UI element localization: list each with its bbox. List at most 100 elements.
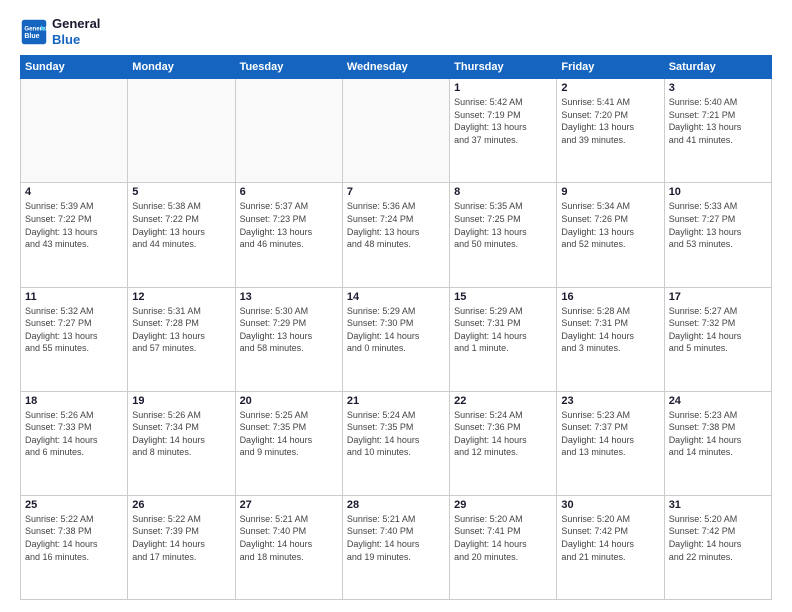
calendar-cell: 31 Sunrise: 5:20 AM Sunset: 7:42 PM Dayli…	[664, 495, 771, 599]
day-info: Sunrise: 5:35 AM Sunset: 7:25 PM Dayligh…	[454, 200, 552, 250]
day-number: 28	[347, 499, 445, 511]
calendar-cell: 21Sunrise: 5:24 AM Sunset: 7:35 PM Dayli…	[342, 391, 449, 495]
calendar-cell: 24 Sunrise: 5:23 AM Sunset: 7:38 PM Dayli…	[664, 391, 771, 495]
calendar-cell	[342, 79, 449, 183]
day-info: Sunrise: 5:26 AM Sunset: 7:33 PM Dayligh…	[25, 409, 123, 459]
calendar-cell: 11 Sunrise: 5:32 AM Sunset: 7:27 PM Dayli…	[21, 287, 128, 391]
calendar-cell: 3Sunrise: 5:40 AM Sunset: 7:21 PM Daylig…	[664, 79, 771, 183]
day-info: Sunrise: 5:39 AM Sunset: 7:22 PM Dayligh…	[25, 200, 123, 250]
day-info: Sunrise: 5:20 AM Sunset: 7:42 PM Dayligh…	[561, 513, 659, 563]
calendar-cell: 5 Sunrise: 5:38 AM Sunset: 7:22 PM Daylig…	[128, 183, 235, 287]
calendar-cell: 12 Sunrise: 5:31 AM Sunset: 7:28 PM Dayli…	[128, 287, 235, 391]
day-number: 9	[561, 186, 659, 198]
weekday-header-saturday: Saturday	[664, 56, 771, 79]
day-info: Sunrise: 5:38 AM Sunset: 7:22 PM Dayligh…	[132, 200, 230, 250]
day-info: Sunrise: 5:28 AM Sunset: 7:31 PM Dayligh…	[561, 305, 659, 355]
day-info: Sunrise: 5:22 AM Sunset: 7:39 PM Dayligh…	[132, 513, 230, 563]
day-info: Sunrise: 5:20 AM Sunset: 7:41 PM Dayligh…	[454, 513, 552, 563]
day-info: Sunrise: 5:42 AM Sunset: 7:19 PM Dayligh…	[454, 96, 552, 146]
calendar-cell: 10 Sunrise: 5:33 AM Sunset: 7:27 PM Dayli…	[664, 183, 771, 287]
day-number: 7	[347, 186, 445, 198]
day-number: 10	[669, 186, 767, 198]
calendar-cell: 13 Sunrise: 5:30 AM Sunset: 7:29 PM Dayli…	[235, 287, 342, 391]
calendar-cell: 30 Sunrise: 5:20 AM Sunset: 7:42 PM Dayli…	[557, 495, 664, 599]
day-number: 30	[561, 499, 659, 511]
calendar-week-3: 11 Sunrise: 5:32 AM Sunset: 7:27 PM Dayli…	[21, 287, 772, 391]
day-number: 2	[561, 82, 659, 94]
day-number: 31	[669, 499, 767, 511]
day-info: Sunrise: 5:32 AM Sunset: 7:27 PM Dayligh…	[25, 305, 123, 355]
day-info: Sunrise: 5:33 AM Sunset: 7:27 PM Dayligh…	[669, 200, 767, 250]
day-number: 22	[454, 395, 552, 407]
day-info: Sunrise: 5:36 AM Sunset: 7:24 PM Dayligh…	[347, 200, 445, 250]
weekday-header-tuesday: Tuesday	[235, 56, 342, 79]
day-info: Sunrise: 5:29 AM Sunset: 7:30 PM Dayligh…	[347, 305, 445, 355]
calendar-cell: 26Sunrise: 5:22 AM Sunset: 7:39 PM Dayli…	[128, 495, 235, 599]
day-number: 27	[240, 499, 338, 511]
day-info: Sunrise: 5:21 AM Sunset: 7:40 PM Dayligh…	[347, 513, 445, 563]
calendar-cell: 20Sunrise: 5:25 AM Sunset: 7:35 PM Dayli…	[235, 391, 342, 495]
day-info: Sunrise: 5:26 AM Sunset: 7:34 PM Dayligh…	[132, 409, 230, 459]
logo-icon: General Blue	[20, 18, 48, 46]
day-number: 19	[132, 395, 230, 407]
day-number: 25	[25, 499, 123, 511]
day-number: 3	[669, 82, 767, 94]
day-number: 23	[561, 395, 659, 407]
day-number: 5	[132, 186, 230, 198]
weekday-header-friday: Friday	[557, 56, 664, 79]
calendar-cell: 1 Sunrise: 5:42 AM Sunset: 7:19 PM Daylig…	[450, 79, 557, 183]
day-number: 20	[240, 395, 338, 407]
day-info: Sunrise: 5:30 AM Sunset: 7:29 PM Dayligh…	[240, 305, 338, 355]
calendar-week-5: 25 Sunrise: 5:22 AM Sunset: 7:38 PM Dayli…	[21, 495, 772, 599]
calendar-cell: 17 Sunrise: 5:27 AM Sunset: 7:32 PM Dayli…	[664, 287, 771, 391]
day-info: Sunrise: 5:24 AM Sunset: 7:36 PM Dayligh…	[454, 409, 552, 459]
svg-text:Blue: Blue	[24, 33, 39, 40]
day-info: Sunrise: 5:23 AM Sunset: 7:37 PM Dayligh…	[561, 409, 659, 459]
calendar-cell: 4 Sunrise: 5:39 AM Sunset: 7:22 PM Daylig…	[21, 183, 128, 287]
day-info: Sunrise: 5:21 AM Sunset: 7:40 PM Dayligh…	[240, 513, 338, 563]
calendar-week-1: 1 Sunrise: 5:42 AM Sunset: 7:19 PM Daylig…	[21, 79, 772, 183]
header: General Blue General Blue	[20, 16, 772, 47]
weekday-header-sunday: Sunday	[21, 56, 128, 79]
day-info: Sunrise: 5:27 AM Sunset: 7:32 PM Dayligh…	[669, 305, 767, 355]
day-info: Sunrise: 5:34 AM Sunset: 7:26 PM Dayligh…	[561, 200, 659, 250]
calendar-cell: 9 Sunrise: 5:34 AM Sunset: 7:26 PM Daylig…	[557, 183, 664, 287]
calendar-cell: 15 Sunrise: 5:29 AM Sunset: 7:31 PM Dayli…	[450, 287, 557, 391]
weekday-header-thursday: Thursday	[450, 56, 557, 79]
day-info: Sunrise: 5:41 AM Sunset: 7:20 PM Dayligh…	[561, 96, 659, 146]
day-number: 24	[669, 395, 767, 407]
day-info: Sunrise: 5:29 AM Sunset: 7:31 PM Dayligh…	[454, 305, 552, 355]
day-number: 15	[454, 291, 552, 303]
calendar-week-4: 18 Sunrise: 5:26 AM Sunset: 7:33 PM Dayli…	[21, 391, 772, 495]
day-number: 12	[132, 291, 230, 303]
day-number: 29	[454, 499, 552, 511]
calendar-cell	[128, 79, 235, 183]
calendar-cell: 29 Sunrise: 5:20 AM Sunset: 7:41 PM Dayli…	[450, 495, 557, 599]
calendar-cell: 19 Sunrise: 5:26 AM Sunset: 7:34 PM Dayli…	[128, 391, 235, 495]
calendar-cell	[21, 79, 128, 183]
logo: General Blue General Blue	[20, 16, 100, 47]
day-number: 11	[25, 291, 123, 303]
day-info: Sunrise: 5:23 AM Sunset: 7:38 PM Dayligh…	[669, 409, 767, 459]
day-number: 4	[25, 186, 123, 198]
day-info: Sunrise: 5:37 AM Sunset: 7:23 PM Dayligh…	[240, 200, 338, 250]
day-number: 13	[240, 291, 338, 303]
day-info: Sunrise: 5:31 AM Sunset: 7:28 PM Dayligh…	[132, 305, 230, 355]
day-info: Sunrise: 5:20 AM Sunset: 7:42 PM Dayligh…	[669, 513, 767, 563]
calendar-cell: 16 Sunrise: 5:28 AM Sunset: 7:31 PM Dayli…	[557, 287, 664, 391]
day-number: 14	[347, 291, 445, 303]
calendar-cell: 6 Sunrise: 5:37 AM Sunset: 7:23 PM Daylig…	[235, 183, 342, 287]
calendar-cell: 8Sunrise: 5:35 AM Sunset: 7:25 PM Daylig…	[450, 183, 557, 287]
logo-text: General Blue	[52, 16, 100, 47]
day-info: Sunrise: 5:22 AM Sunset: 7:38 PM Dayligh…	[25, 513, 123, 563]
weekday-header-wednesday: Wednesday	[342, 56, 449, 79]
day-number: 17	[669, 291, 767, 303]
day-number: 21	[347, 395, 445, 407]
calendar-cell: 23 Sunrise: 5:23 AM Sunset: 7:37 PM Dayli…	[557, 391, 664, 495]
weekday-header-monday: Monday	[128, 56, 235, 79]
day-number: 18	[25, 395, 123, 407]
weekday-header-row: SundayMondayTuesdayWednesdayThursdayFrid…	[21, 56, 772, 79]
day-number: 16	[561, 291, 659, 303]
day-number: 6	[240, 186, 338, 198]
day-number: 1	[454, 82, 552, 94]
